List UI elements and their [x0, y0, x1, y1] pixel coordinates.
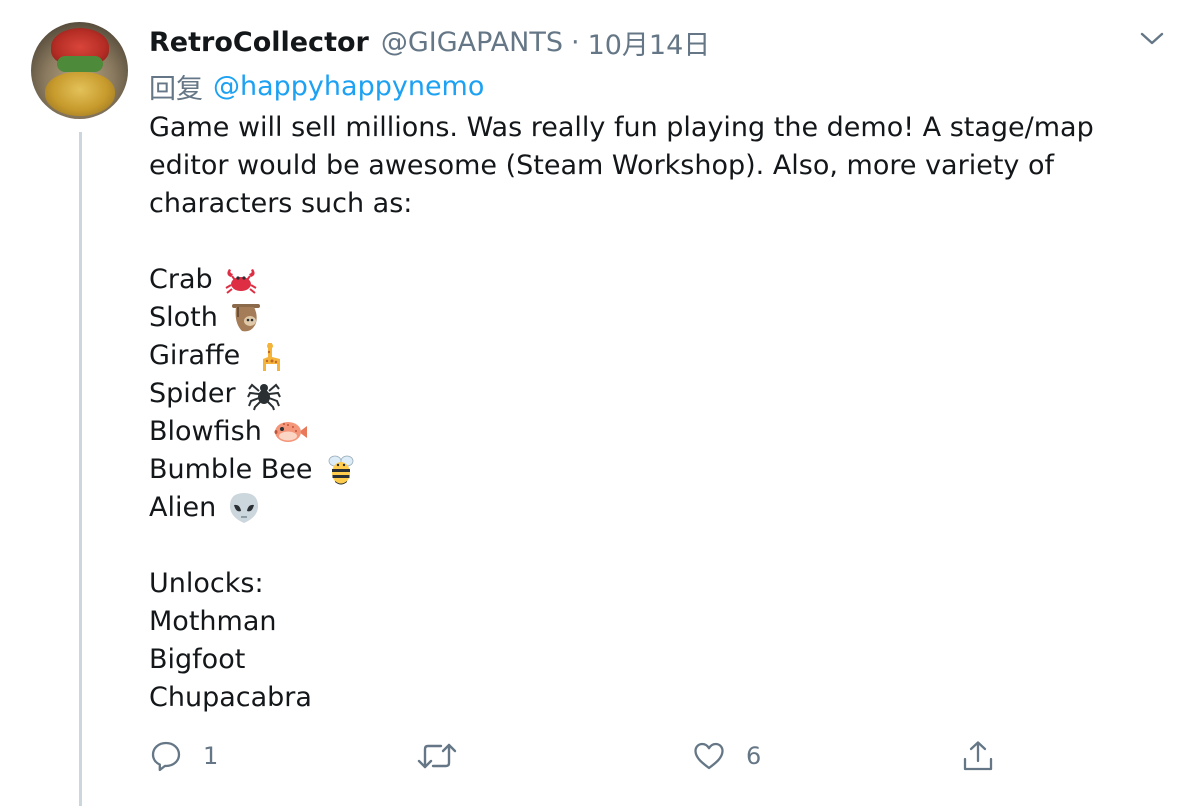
alien-emoji-icon: [230, 493, 259, 523]
bee-emoji-icon: [328, 455, 353, 485]
reply-prefix: 回复: [149, 73, 203, 105]
retweet-icon: [417, 743, 457, 769]
character-label: Sloth: [149, 302, 218, 333]
author-handle[interactable]: @GIGAPANTS: [381, 27, 563, 58]
avatar-image-part: [45, 72, 115, 116]
tweet-header: RetroCollector @GIGAPANTS · 10月14日: [149, 22, 710, 62]
list-item: Mothman: [149, 606, 277, 637]
character-label: Alien: [149, 492, 217, 523]
like-icon: [694, 742, 724, 770]
avatar-image-part: [57, 56, 103, 72]
character-label: Spider: [149, 378, 236, 409]
tweet-actions: 1 6: [0, 734, 1196, 778]
reply-mention-link[interactable]: @happyhappynemo: [213, 71, 484, 102]
list-item: Crab: [149, 261, 1169, 299]
reply-button[interactable]: 1: [149, 734, 218, 778]
list-item: Spider: [149, 375, 1169, 413]
character-label: Bumble Bee: [149, 454, 313, 485]
reply-count: 1: [203, 742, 219, 770]
character-label: Blowfish: [149, 416, 262, 447]
share-button[interactable]: [961, 734, 1015, 778]
avatar[interactable]: [31, 22, 128, 119]
retweet-button[interactable]: [417, 734, 477, 778]
thread-line: [79, 132, 82, 806]
list-item: Bigfoot: [149, 644, 246, 675]
header-separator: ·: [570, 26, 580, 58]
blowfish-emoji-icon: [274, 422, 307, 442]
list-item: Blowfish: [149, 413, 1169, 451]
chevron-down-icon: [1140, 32, 1164, 45]
like-count: 6: [746, 742, 762, 770]
reply-icon: [151, 741, 181, 772]
list-item: Alien: [149, 489, 1169, 527]
list-item: Sloth: [149, 299, 1169, 337]
tweet-intro-text: Game will sell millions. Was really fun …: [149, 112, 1094, 219]
more-options-button[interactable]: [1139, 28, 1165, 48]
unlocks-list: Mothman Bigfoot Chupacabra: [149, 603, 1169, 717]
sloth-emoji-icon: [231, 304, 260, 332]
list-item: Chupacabra: [149, 682, 312, 713]
author-name[interactable]: RetroCollector: [149, 27, 369, 58]
tweet-body: Game will sell millions. Was really fun …: [149, 109, 1169, 717]
character-list: Crab Sloth Giraffe Spider Blowfish Bumbl…: [149, 261, 1169, 527]
reply-context: 回复 @happyhappynemo: [149, 67, 484, 105]
tweet-date[interactable]: 10月14日: [588, 23, 711, 62]
list-item: Bumble Bee: [149, 451, 1169, 489]
spider-emoji-icon: [246, 383, 281, 411]
tweet: RetroCollector @GIGAPANTS · 10月14日 回复 @h…: [0, 0, 1196, 806]
crab-emoji-icon: [225, 269, 257, 294]
unlocks-heading: Unlocks:: [149, 568, 264, 599]
list-item: Giraffe: [149, 337, 1169, 375]
character-label: Giraffe: [149, 340, 241, 371]
character-label: Crab: [149, 264, 213, 295]
like-button[interactable]: 6: [692, 734, 761, 778]
giraffe-emoji-icon: [263, 343, 281, 371]
share-icon: [963, 741, 993, 771]
